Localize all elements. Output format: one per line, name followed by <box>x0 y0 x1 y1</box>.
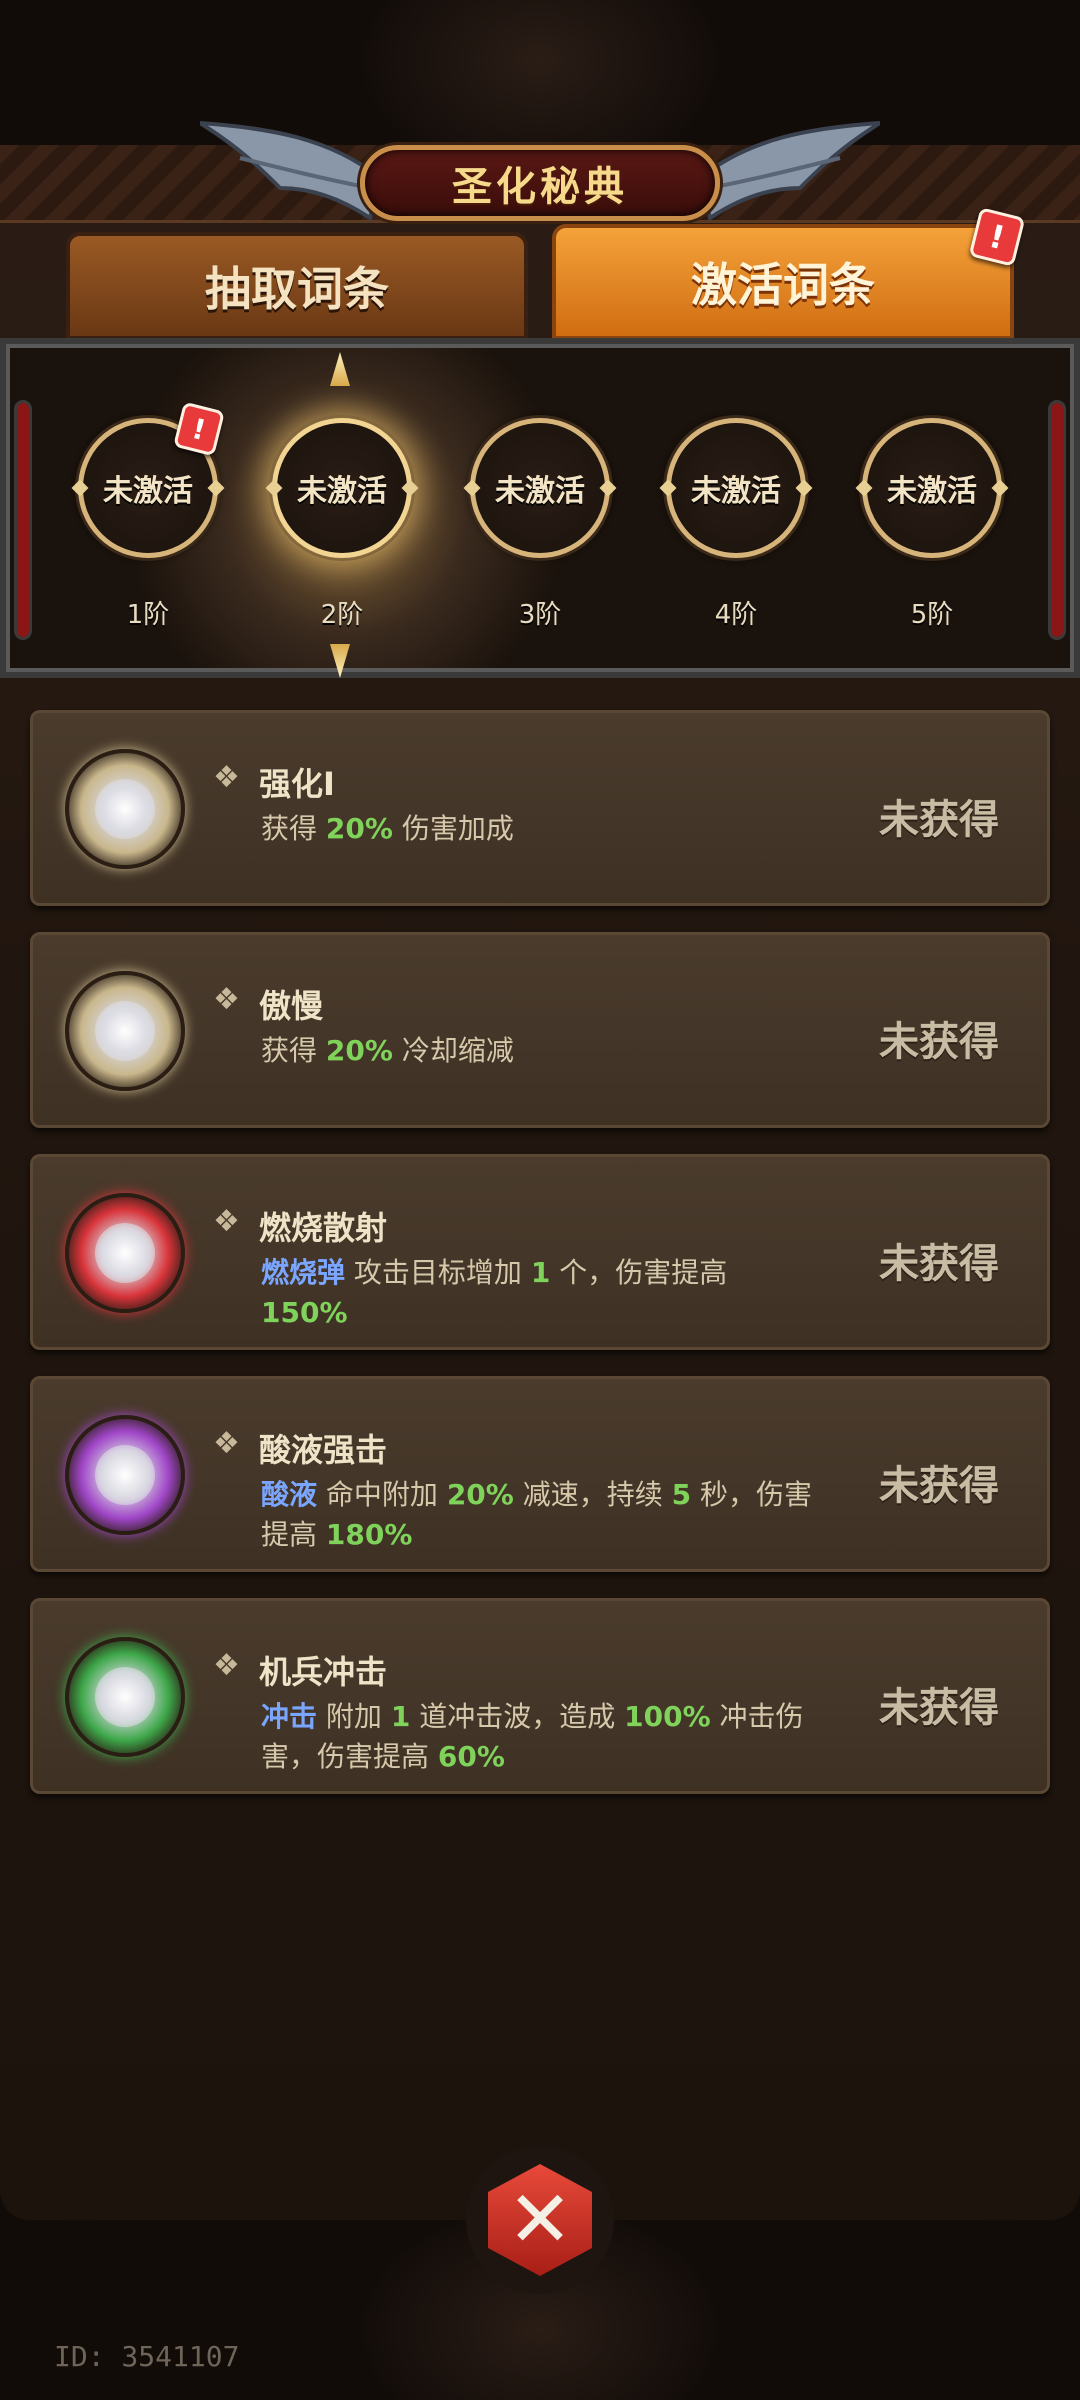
diamond-bullet-icon: ❖ <box>213 982 240 1017</box>
entry-card[interactable]: ❖ 机兵冲击 冲击 附加 1 道冲击波，造成 100% 冲击伤害，伤害提高 60… <box>30 1598 1050 1794</box>
stage-tier-label: 2阶 <box>320 600 364 630</box>
stage-tier-label: 1阶 <box>126 600 170 630</box>
stage-2[interactable]: 未激活 <box>272 418 412 558</box>
highlight-value: 酸液 <box>261 1478 318 1511</box>
entry-status: 未获得 <box>879 1019 999 1065</box>
stage-status: 未激活 <box>297 474 387 509</box>
description-text: 减速，持续 <box>513 1478 672 1511</box>
entry-description: 获得 20% 伤害加成 <box>261 809 821 849</box>
tab-draw-entries[interactable]: 抽取词条 <box>66 232 528 340</box>
description-text: 获得 <box>261 1034 326 1067</box>
diamond-bullet-icon: ❖ <box>213 760 240 795</box>
entry-orb-icon <box>65 1415 185 1535</box>
entry-description: 冲击 附加 1 道冲击波，造成 100% 冲击伤害，伤害提高 60% <box>261 1697 821 1777</box>
entry-name: 机兵冲击 <box>259 1653 388 1691</box>
entry-description: 获得 20% 冷却缩减 <box>261 1031 821 1071</box>
stage-status: 未激活 <box>691 474 781 509</box>
highlight-value: 100% <box>624 1700 711 1733</box>
highlight-value: 20% <box>446 1478 514 1511</box>
description-text: 命中附加 <box>317 1478 447 1511</box>
highlight-value: 60% <box>437 1740 505 1773</box>
stage-5[interactable]: 未激活 <box>862 418 1002 558</box>
diamond-bullet-icon: ❖ <box>213 1426 240 1461</box>
close-icon: ✕ <box>488 2164 592 2276</box>
stage-tier-label: 5阶 <box>910 600 954 630</box>
right-wing-icon <box>700 121 880 222</box>
entry-status: 未获得 <box>879 1241 999 1287</box>
highlight-value: 180% <box>325 1518 413 1551</box>
entry-card[interactable]: ❖ 酸液强击 酸液 命中附加 20% 减速，持续 5 秒，伤害提高 180% 未… <box>30 1376 1050 1572</box>
highlight-value: 20% <box>325 1034 393 1067</box>
highlight-value: 燃烧弹 <box>261 1256 346 1289</box>
highlight-value: 5 <box>671 1478 692 1511</box>
player-id: ID: 3541107 <box>54 2340 240 2373</box>
page-title: 圣化秘典 <box>452 164 628 210</box>
tab-label: 抽取词条 <box>205 262 389 316</box>
entry-status: 未获得 <box>879 797 999 843</box>
entry-status: 未获得 <box>879 1463 999 1509</box>
entry-orb-icon <box>65 749 185 869</box>
entry-card[interactable]: ❖ 傲慢 获得 20% 冷却缩减 未获得 <box>30 932 1050 1128</box>
entry-name: 燃烧散射 <box>259 1209 388 1247</box>
description-text: 伤害加成 <box>392 812 514 845</box>
entry-card[interactable]: ❖ 燃烧散射 燃烧弹 攻击目标增加 1 个，伤害提高 150% 未获得 <box>30 1154 1050 1350</box>
tab-activate-entries[interactable]: 激活词条 <box>552 224 1014 340</box>
entry-orb-icon <box>65 1637 185 1757</box>
entry-orb-icon <box>65 1193 185 1313</box>
right-frame-bar <box>1048 400 1066 640</box>
entry-description: 燃烧弹 攻击目标增加 1 个，伤害提高 150% <box>261 1253 821 1333</box>
entry-name: 傲慢 <box>259 987 324 1025</box>
stage-status: 未激活 <box>887 474 977 509</box>
entry-orb-icon <box>65 971 185 1091</box>
diamond-bullet-icon: ❖ <box>213 1648 240 1683</box>
stage-4[interactable]: 未激活 <box>666 418 806 558</box>
description-text: 道冲击波，造成 <box>410 1700 625 1733</box>
left-frame-bar <box>14 400 32 640</box>
left-wing-icon <box>200 121 380 222</box>
highlight-value: 冲击 <box>261 1700 318 1733</box>
highlight-value: 150% <box>261 1296 348 1329</box>
description-text: 冷却缩减 <box>392 1034 514 1067</box>
entry-name: 酸液强击 <box>259 1431 388 1469</box>
stage-status: 未激活 <box>495 474 585 509</box>
description-text: 获得 <box>261 812 326 845</box>
highlight-value: 20% <box>325 812 393 845</box>
entry-card[interactable]: ❖ 强化I 获得 20% 伤害加成 未获得 <box>30 710 1050 906</box>
entry-description: 酸液 命中附加 20% 减速，持续 5 秒，伤害提高 180% <box>261 1475 821 1555</box>
entry-status: 未获得 <box>879 1685 999 1731</box>
entry-name: 强化I <box>259 765 335 803</box>
description-text: 附加 <box>317 1700 391 1733</box>
stage-tier-label: 3阶 <box>518 600 562 630</box>
description-text: 攻击目标增加 <box>345 1256 531 1289</box>
close-button[interactable]: ✕ <box>466 2146 614 2294</box>
diamond-bullet-icon: ❖ <box>213 1204 240 1239</box>
description-text: 个，伤害提高 <box>550 1256 728 1289</box>
highlight-value: 1 <box>530 1256 551 1289</box>
title-plaque: 圣化秘典 <box>360 145 720 221</box>
stage-status: 未激活 <box>103 474 193 509</box>
stage-3[interactable]: 未激活 <box>470 418 610 558</box>
highlight-value: 1 <box>390 1700 411 1733</box>
tab-label: 激活词条 <box>691 258 875 312</box>
stage-tier-label: 4阶 <box>714 600 758 630</box>
